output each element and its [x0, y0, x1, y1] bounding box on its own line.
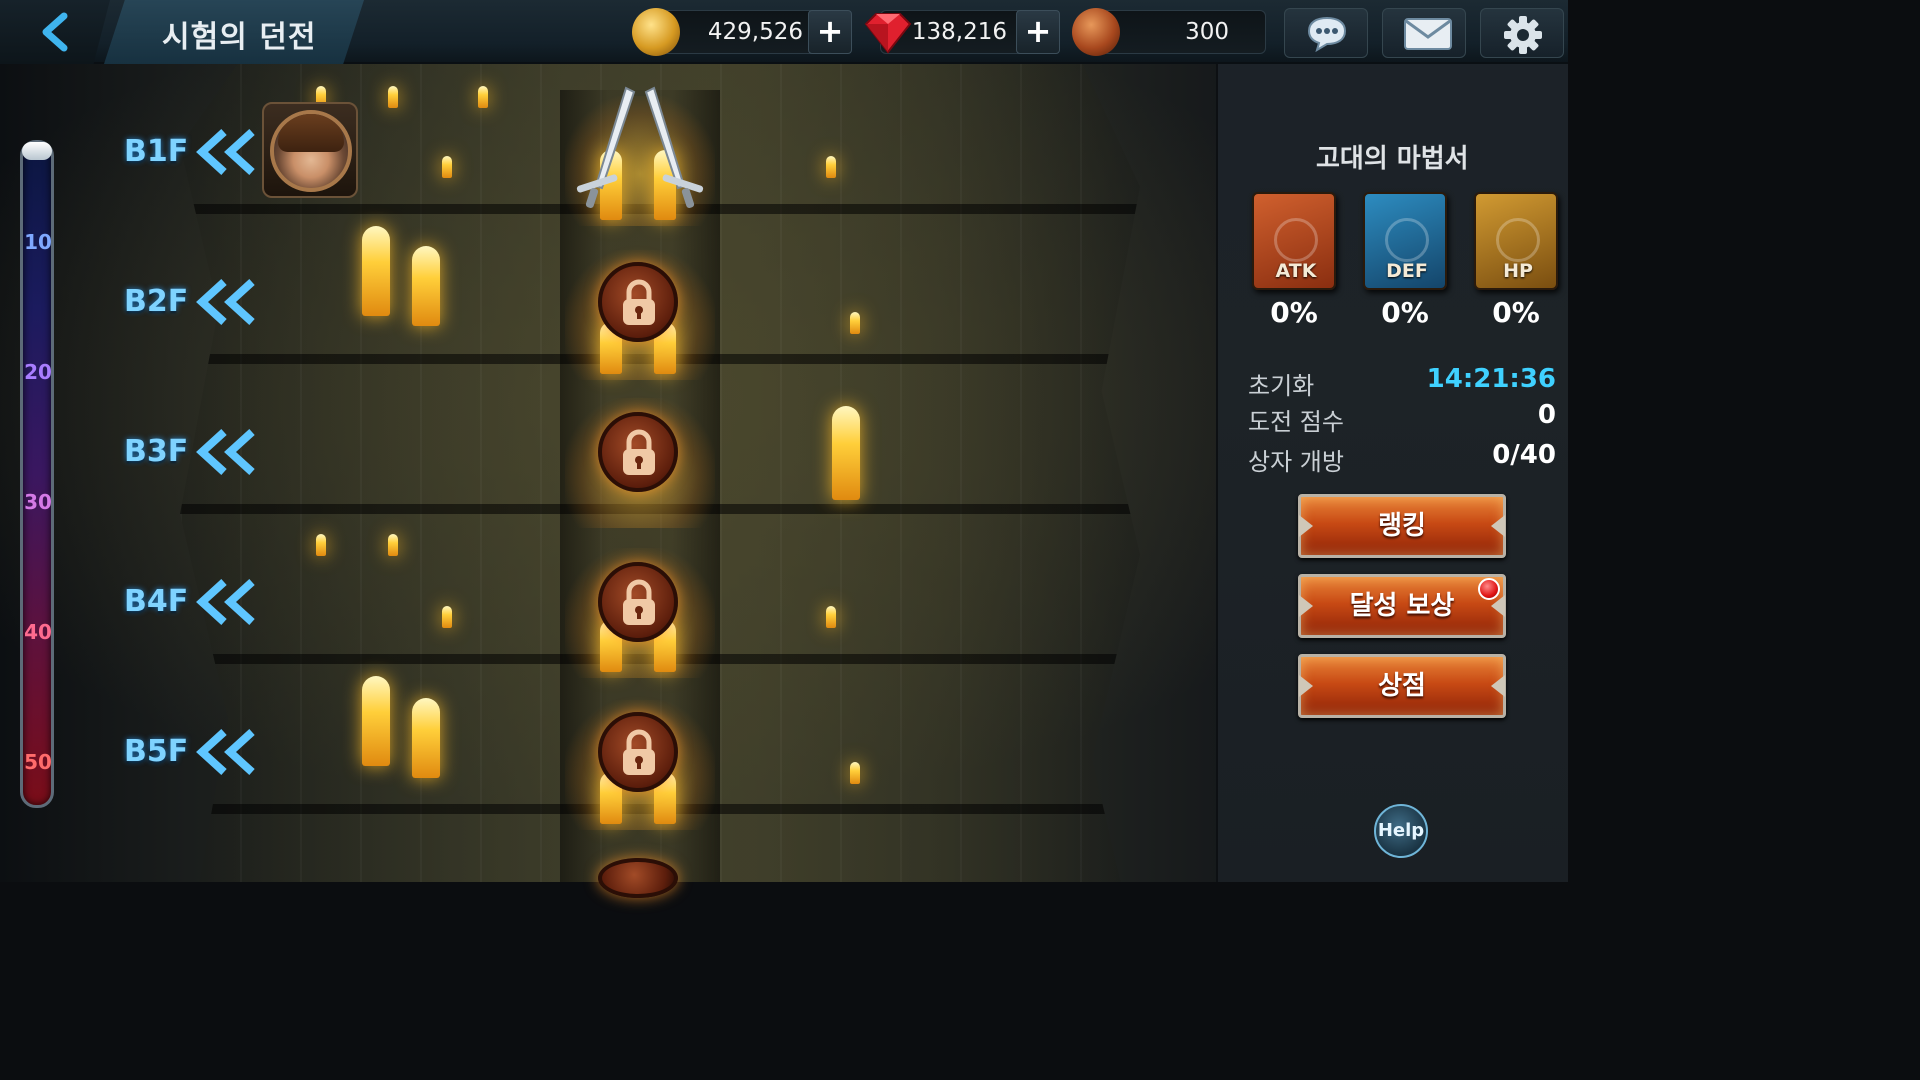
chat-button[interactable] — [1284, 8, 1368, 58]
floor-label-b3f[interactable]: B3F — [124, 434, 188, 469]
floor-label-b2f[interactable]: B2F — [124, 284, 188, 319]
tower-window — [478, 86, 488, 108]
hp-emblem — [1496, 218, 1540, 262]
hp-percent: 0% — [1492, 296, 1540, 329]
double-chevron-left-icon — [196, 579, 255, 625]
locked-floor-icon[interactable] — [598, 562, 678, 642]
mail-envelope-icon — [1404, 18, 1452, 50]
double-chevron-left-icon — [196, 129, 255, 175]
add-gold-button[interactable]: + — [808, 10, 852, 54]
locked-floor-icon[interactable] — [598, 858, 678, 898]
tower-window — [362, 226, 390, 316]
gauge-tick: 40 — [24, 620, 52, 644]
reset-timer: 14:21:36 — [1426, 364, 1556, 394]
tower-window — [826, 606, 836, 628]
gauge-tick: 10 — [24, 230, 52, 254]
gem-amount: 138,216 — [911, 19, 1007, 45]
tower-window — [850, 312, 860, 334]
hp-book-label: HP — [1503, 260, 1533, 282]
add-gem-button[interactable]: + — [1016, 10, 1060, 54]
hero-portrait[interactable] — [262, 102, 358, 198]
gear-icon — [1504, 16, 1542, 54]
atk-book-label: ATK — [1275, 260, 1317, 282]
chat-bubble-icon — [1307, 16, 1347, 53]
locked-floor-icon[interactable] — [598, 712, 678, 792]
challenge-score-value: 0 — [1537, 400, 1556, 430]
gold-coin-icon — [632, 8, 680, 56]
settings-button[interactable] — [1480, 8, 1564, 58]
locked-floor-icon[interactable] — [598, 262, 678, 342]
gold-amount: 429,526 — [707, 19, 803, 45]
double-chevron-left-icon — [196, 729, 255, 775]
notification-dot — [1478, 578, 1500, 600]
tower-window — [388, 534, 398, 556]
tower-window — [412, 246, 440, 326]
def-book-label: DEF — [1386, 260, 1428, 282]
tower-window — [388, 86, 398, 108]
crossed-swords-icon[interactable] — [572, 84, 708, 214]
double-chevron-left-icon — [196, 429, 255, 475]
def-book-icon[interactable]: DEF — [1363, 192, 1447, 290]
def-percent: 0% — [1381, 296, 1429, 329]
floor-label-b1f[interactable]: B1F — [124, 134, 188, 169]
hp-book-icon[interactable]: HP — [1474, 192, 1558, 290]
locked-floor-icon[interactable] — [598, 412, 678, 492]
reset-label: 초기화 — [1248, 372, 1315, 400]
tower-window — [832, 406, 860, 500]
tower-window — [442, 606, 452, 628]
floor-label-b4f[interactable]: B4F — [124, 584, 188, 619]
avatar — [270, 110, 352, 192]
page-title: 시험의 던전 — [162, 20, 317, 55]
tower-window — [850, 762, 860, 784]
floor-label-b5f[interactable]: B5F — [124, 734, 188, 769]
helmet-token-icon — [1072, 8, 1120, 56]
shop-button[interactable]: 상점 — [1298, 654, 1506, 718]
box-open-value: 0/40 — [1492, 440, 1556, 470]
gauge-tick: 30 — [24, 490, 52, 514]
ruby-gem-icon — [864, 13, 912, 54]
tower-window — [826, 156, 836, 178]
gauge-tick: 50 — [24, 750, 52, 774]
back-arrow-icon — [42, 12, 68, 52]
atk-percent: 0% — [1270, 296, 1318, 329]
depth-gauge-marker — [22, 142, 52, 160]
tower-window — [362, 676, 390, 766]
atk-emblem — [1274, 218, 1318, 262]
tower-window — [412, 698, 440, 778]
token-amount: 300 — [1185, 19, 1229, 45]
tower-window — [316, 534, 326, 556]
gauge-tick: 20 — [24, 360, 52, 384]
double-chevron-left-icon — [196, 279, 255, 325]
back-button[interactable] — [0, 0, 110, 64]
def-emblem — [1385, 218, 1429, 262]
achievement-reward-button[interactable]: 달성 보상 — [1298, 574, 1506, 638]
avatar-hair — [278, 114, 344, 152]
mail-button[interactable] — [1382, 8, 1466, 58]
atk-book-icon[interactable]: ATK — [1252, 192, 1336, 290]
help-button[interactable]: Help — [1374, 804, 1428, 858]
box-open-label: 상자 개방 — [1248, 448, 1344, 476]
challenge-score-label: 도전 점수 — [1248, 408, 1344, 436]
tower-window — [442, 156, 452, 178]
ancient-grimoire-title: 고대의 마법서 — [1316, 144, 1469, 174]
ranking-button[interactable]: 랭킹 — [1298, 494, 1506, 558]
